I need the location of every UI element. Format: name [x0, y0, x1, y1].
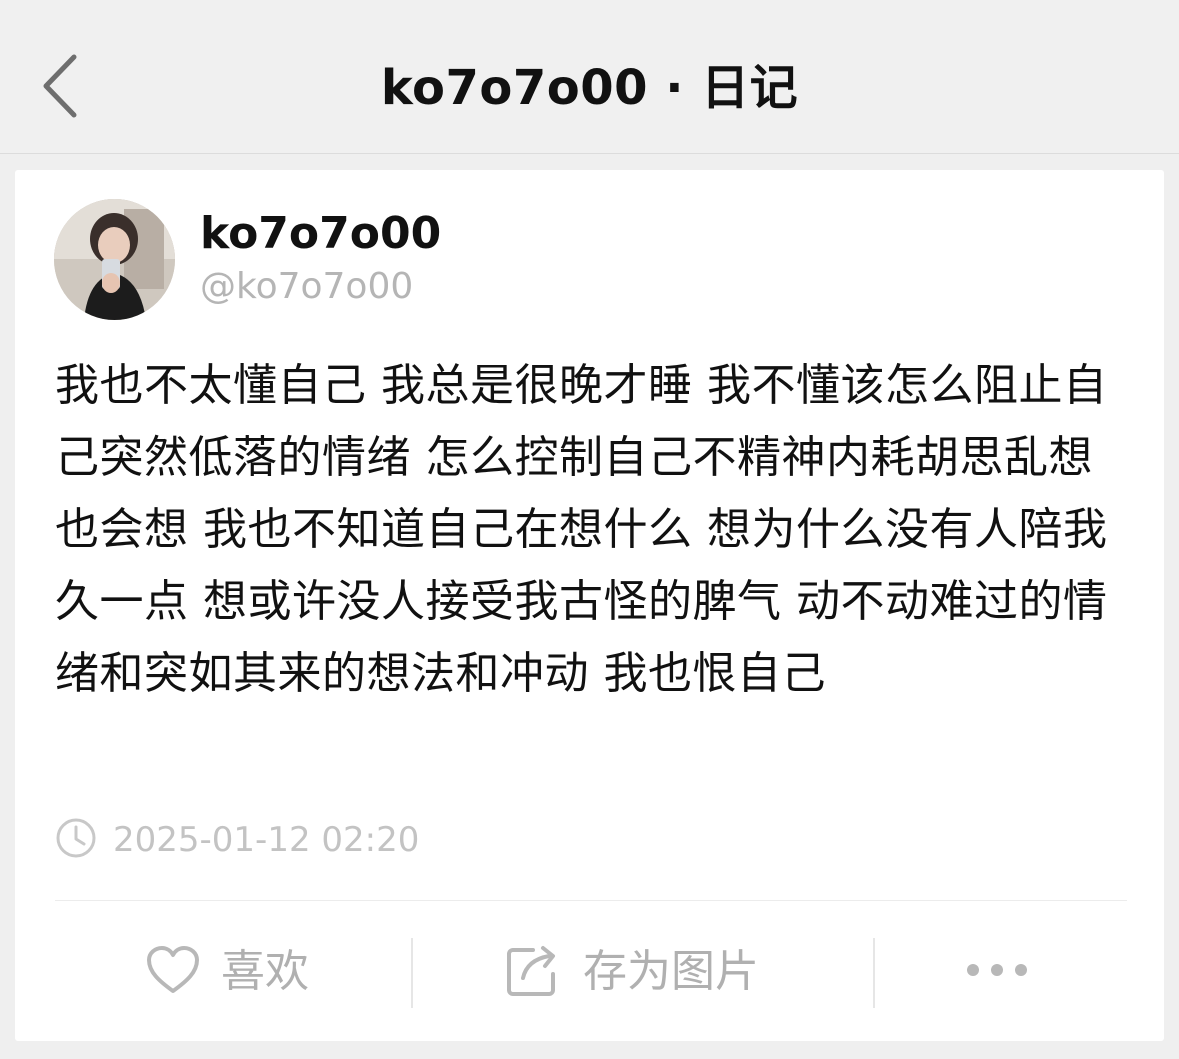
- like-button[interactable]: 喜欢: [145, 932, 309, 1012]
- heart-icon: [145, 945, 201, 999]
- avatar[interactable]: [54, 199, 175, 320]
- like-label: 喜欢: [221, 946, 309, 997]
- action-separator: [873, 938, 875, 1008]
- action-separator: [411, 938, 413, 1008]
- clock-icon: [55, 817, 97, 863]
- more-dots-icon: [965, 960, 1029, 984]
- more-button[interactable]: [965, 932, 1029, 1012]
- action-bar: 喜欢 存为图片: [15, 932, 1164, 1012]
- author-handle: @ko7o7o00: [200, 266, 414, 307]
- share-icon: [505, 942, 563, 1002]
- post-body: 我也不太懂自己 我总是很晚才睡 我不懂该怎么阻止自己突然低落的情绪 怎么控制自己…: [55, 360, 1108, 699]
- post-card: ko7o7o00 @ko7o7o00 我也不太懂自己 我总是很晚才睡 我不懂该怎…: [15, 170, 1164, 1041]
- nav-bar: ko7o7o00 · 日记: [0, 0, 1179, 154]
- timestamp-text: 2025-01-12 02:20: [113, 820, 420, 860]
- author-name[interactable]: ko7o7o00: [200, 205, 441, 263]
- post-timestamp: 2025-01-12 02:20: [55, 818, 419, 862]
- page-title: ko7o7o00 · 日记: [380, 60, 799, 116]
- divider: [55, 900, 1127, 901]
- save-image-label: 存为图片: [583, 946, 759, 997]
- save-image-button[interactable]: 存为图片: [505, 932, 759, 1012]
